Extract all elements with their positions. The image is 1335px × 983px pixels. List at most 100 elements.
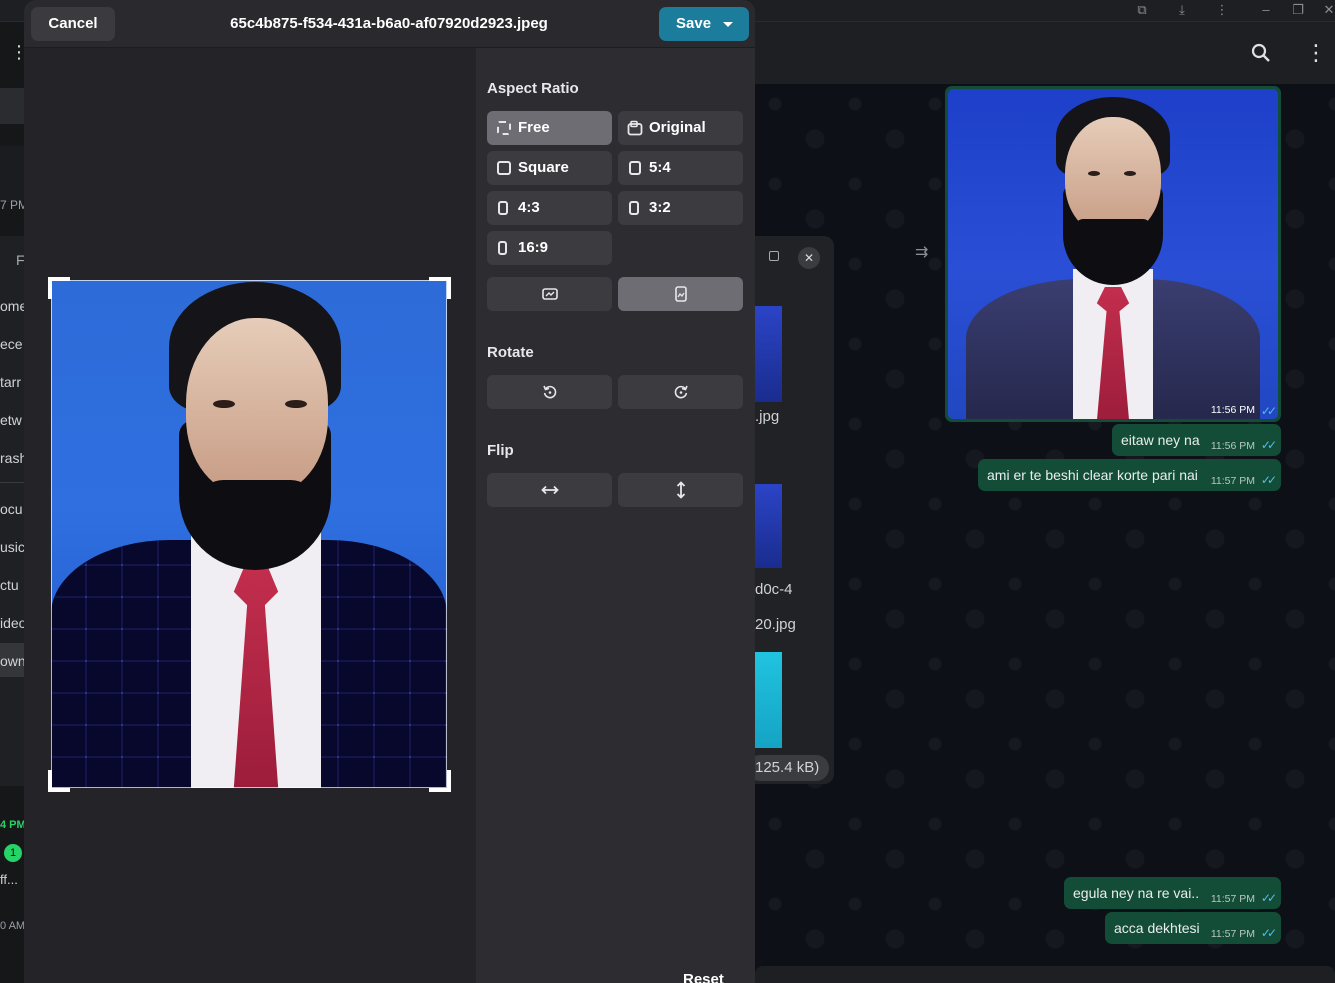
editor-sidebar: Aspect Ratio Free Original Square 5:4 4:… <box>476 48 755 983</box>
file-size: 125.4 kB) <box>755 759 820 776</box>
close-icon[interactable]: ✕ <box>798 247 820 269</box>
crop-handle-bottom-right[interactable] <box>429 770 451 792</box>
outgoing-message[interactable]: egula ney na re vai.. 11:57 PM ✓✓ <box>1064 877 1281 909</box>
menu-item-starred[interactable]: tarr <box>0 374 21 390</box>
chevron-down-icon[interactable] <box>723 22 733 27</box>
file-name: .jpg <box>755 408 780 425</box>
portrait-orientation-button[interactable] <box>618 277 743 311</box>
message-time: 11:56 PM <box>1210 440 1255 452</box>
cancel-button[interactable]: Cancel <box>31 7 115 41</box>
crop-frame[interactable] <box>51 280 447 788</box>
read-ticks-icon: ✓✓ <box>1260 926 1277 940</box>
message-composer[interactable] <box>755 966 1335 983</box>
aspect-square-label: Square <box>518 159 569 176</box>
outgoing-message[interactable]: eitaw ney na 11:56 PM ✓✓ <box>1112 424 1281 456</box>
menu-item-home[interactable]: ome <box>0 298 26 314</box>
ratio-3-2-icon <box>629 201 639 215</box>
outgoing-message[interactable]: ami er te beshi clear korte pari nai 11:… <box>978 459 1281 491</box>
file-size-pill: 125.4 kB) <box>747 755 829 781</box>
message-text: acca dekhtesi <box>1114 920 1200 936</box>
file-name: 20.jpg <box>755 616 796 633</box>
menu-item-trash[interactable]: rash <box>0 450 26 466</box>
square-icon <box>497 161 511 175</box>
save-label: Save <box>676 15 712 32</box>
crop-canvas[interactable] <box>24 48 476 983</box>
editor-header: Cancel 65c4b875-f534-431a-b6a0-af07920d2… <box>24 0 755 48</box>
message-time: 11:57 PM <box>1210 928 1255 940</box>
outgoing-message[interactable]: acca dekhtesi 11:57 PM ✓✓ <box>1105 912 1281 944</box>
crop-handle-bottom-left[interactable] <box>48 770 70 792</box>
ratio-16-9-icon <box>498 241 507 255</box>
crop-handle-top-left[interactable] <box>48 277 70 299</box>
minimize-icon[interactable]: – <box>1255 0 1277 22</box>
free-crop-icon <box>497 121 511 135</box>
aspect-3-2-label: 3:2 <box>649 199 671 216</box>
menu-item-videos[interactable]: ideo <box>0 615 26 631</box>
menu-item-documents[interactable]: ocu <box>0 501 23 517</box>
image-message[interactable]: 11:56 PM ✓✓ <box>945 86 1281 422</box>
chat-list-panel: ⋮ 7 PM F ome ece tarr etw rash ocu usic … <box>0 22 26 983</box>
file-thumbnail[interactable] <box>754 484 782 568</box>
message-text: ami er te beshi clear korte pari nai <box>987 467 1198 483</box>
original-image-icon <box>627 120 643 136</box>
ratio-5-4-icon <box>629 161 641 175</box>
message-photo[interactable] <box>948 89 1278 419</box>
flip-horizontal-button[interactable] <box>487 473 612 507</box>
more-vertical-icon[interactable]: ⋮ <box>1305 40 1327 66</box>
chat-header: ⋮ <box>755 22 1335 84</box>
aspect-5-4-label: 5:4 <box>649 159 671 176</box>
aspect-free-button[interactable]: Free <box>487 111 612 145</box>
search-icon[interactable] <box>1250 42 1272 64</box>
aspect-4-3-button[interactable]: 4:3 <box>487 191 612 225</box>
menu-item-recent[interactable]: ece <box>0 336 23 352</box>
download-icon[interactable]: ⤓ <box>1171 0 1193 22</box>
aspect-5-4-button[interactable]: 5:4 <box>618 151 743 185</box>
rotate-right-button[interactable] <box>618 375 743 409</box>
flip-vertical-button[interactable] <box>618 473 743 507</box>
aspect-4-3-label: 4:3 <box>518 199 540 216</box>
close-window-icon[interactable]: ✕ <box>1318 0 1335 22</box>
more-vertical-icon[interactable]: ⋮ <box>0 32 26 76</box>
aspect-original-button[interactable]: Original <box>618 111 743 145</box>
landscape-orientation-button[interactable] <box>487 277 612 311</box>
aspect-3-2-button[interactable]: 3:2 <box>618 191 743 225</box>
rotate-left-button[interactable] <box>487 375 612 409</box>
portrait-orientation-icon <box>618 277 743 311</box>
search-bar-fragment[interactable] <box>0 88 26 124</box>
message-text: egula ney na re vai.. <box>1073 885 1200 901</box>
chat-time: 0 AM <box>0 920 26 932</box>
read-ticks-icon: ✓✓ <box>1260 404 1277 418</box>
extension-icon[interactable]: ⧉ <box>1131 0 1153 22</box>
menu-item-pictures[interactable]: ctu <box>0 577 19 593</box>
chat-time: 4 PM <box>0 819 26 831</box>
attach-menu-fragment: F ome ece tarr etw rash ocu usic ctu ide… <box>0 236 26 786</box>
maximize-icon[interactable] <box>769 251 779 261</box>
chat-messages-area: 11:56 PM ✓✓ ⇉ eitaw ney na 11:56 PM ✓✓ a… <box>755 84 1335 983</box>
menu-item-downloads-selected[interactable]: own <box>0 643 26 677</box>
forward-icon[interactable]: ⇉ <box>915 242 928 262</box>
landscape-orientation-icon <box>487 277 612 311</box>
flip-vertical-icon <box>618 473 743 507</box>
crop-handle-top-right[interactable] <box>429 277 451 299</box>
aspect-16-9-button[interactable]: 16:9 <box>487 231 612 265</box>
more-vertical-icon[interactable]: ⋮ <box>1211 0 1233 22</box>
save-button[interactable]: Save <box>659 7 749 41</box>
flip-horizontal-icon <box>487 473 612 507</box>
file-thumbnail[interactable] <box>754 652 782 748</box>
file-thumbnail[interactable] <box>754 306 782 402</box>
aspect-ratio-title: Aspect Ratio <box>487 80 579 97</box>
aspect-16-9-label: 16:9 <box>518 239 549 256</box>
restore-icon[interactable]: ❐ <box>1287 0 1309 22</box>
menu-item-network[interactable]: etw <box>0 412 22 428</box>
menu-item-music[interactable]: usic <box>0 539 25 555</box>
reset-button[interactable]: Reset <box>683 971 724 983</box>
message-time: 11:56 PM <box>1210 404 1255 416</box>
divider <box>0 482 26 483</box>
file-chooser-fragment: ✕ .jpg d0c-4 20.jpg 125.4 kB) <box>742 236 834 784</box>
read-ticks-icon: ✓✓ <box>1260 473 1277 487</box>
unread-badge: 1 <box>4 844 22 862</box>
chat-item[interactable]: 7 PM <box>0 146 26 212</box>
menu-item-downloads-label: own <box>0 653 26 669</box>
aspect-square-button[interactable]: Square <box>487 151 612 185</box>
chat-time: 7 PM <box>0 198 26 212</box>
